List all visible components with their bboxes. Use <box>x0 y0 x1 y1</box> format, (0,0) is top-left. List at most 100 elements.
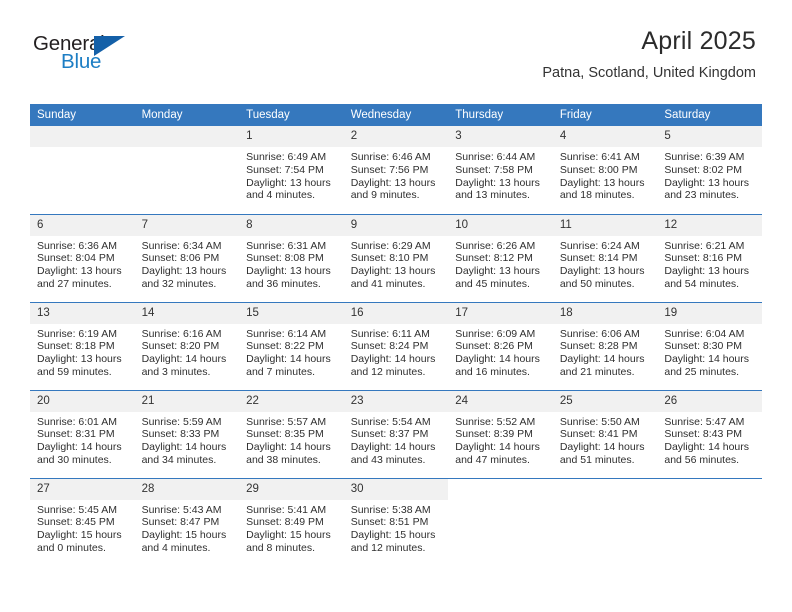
sunset-text: Sunset: 8:06 PM <box>141 252 220 265</box>
general-blue-logo[interactable]: General Blue <box>33 33 153 79</box>
sunrise-text: Sunrise: 5:45 AM <box>37 503 117 516</box>
daylight-text: Daylight: 14 hours and 3 minutes. <box>141 353 227 378</box>
calendar-day-cell[interactable]: 23 Sunrise: 5:54 AM Sunset: 8:37 PM Dayligh… <box>343 389 449 478</box>
page-title: April 2025 <box>641 27 756 55</box>
title-block: April 2025 Patna, Scotland, United Kingd… <box>542 26 756 82</box>
sunset-text: Sunset: 8:22 PM <box>246 340 324 353</box>
calendar-day-cell[interactable]: 30 Sunrise: 5:38 AM Sunset: 8:51 PM Dayligh… <box>343 477 449 566</box>
day-number: 6 <box>30 214 135 236</box>
day-sun-info: Sunrise: 6:21 AM Sunset: 8:16 PM Daylight:… <box>657 236 762 291</box>
calendar-day-cell[interactable]: 20 Sunrise: 6:01 AM Sunset: 8:31 PM Dayligh… <box>30 389 135 478</box>
day-sun-info: Sunrise: 6:26 AM Sunset: 8:12 PM Daylight:… <box>448 236 553 291</box>
weekday-header-friday: Friday <box>552 104 658 126</box>
daylight-text: Daylight: 13 hours and 41 minutes. <box>350 265 436 290</box>
calendar-day-cell[interactable]: 18 Sunrise: 6:06 AM Sunset: 8:28 PM Dayligh… <box>552 301 658 390</box>
sunset-text: Sunset: 8:33 PM <box>141 428 220 441</box>
calendar-day-cell[interactable]: 24 Sunrise: 5:52 AM Sunset: 8:39 PM Dayligh… <box>448 389 553 478</box>
calendar-week-row: 20 Sunrise: 6:01 AM Sunset: 8:31 PM Dayligh… <box>30 389 762 478</box>
calendar-day-cell[interactable]: 2 Sunrise: 6:46 AM Sunset: 7:56 PM Daylight… <box>343 126 449 214</box>
calendar-day-cell[interactable]: 6 Sunrise: 6:36 AM Sunset: 8:04 PM Daylight… <box>30 213 135 302</box>
day-number: 16 <box>343 302 449 324</box>
day-sun-info: Sunrise: 6:29 AM Sunset: 8:10 PM Daylight:… <box>344 236 449 291</box>
calendar-day-cell[interactable]: 13 Sunrise: 6:19 AM Sunset: 8:18 PM Dayligh… <box>30 301 135 390</box>
calendar-day-cell[interactable]: 10 Sunrise: 6:26 AM Sunset: 8:12 PM Dayligh… <box>448 213 553 302</box>
weekday-header-monday: Monday <box>134 104 240 126</box>
calendar-day-cell[interactable]: 4 Sunrise: 6:41 AM Sunset: 8:00 PM Daylight… <box>552 126 658 214</box>
sunrise-text: Sunrise: 6:06 AM <box>559 327 640 340</box>
calendar-day-cell[interactable]: 26 Sunrise: 5:47 AM Sunset: 8:43 PM Dayligh… <box>657 389 762 478</box>
sunrise-text: Sunrise: 6:29 AM <box>350 239 431 252</box>
sunset-text: Sunset: 8:37 PM <box>350 428 429 441</box>
calendar-day-cell-empty <box>657 477 762 566</box>
calendar-day-cell[interactable]: 19 Sunrise: 6:04 AM Sunset: 8:30 PM Dayligh… <box>657 301 762 390</box>
sunrise-text: Sunrise: 5:47 AM <box>664 415 745 428</box>
calendar-day-cell[interactable]: 5 Sunrise: 6:39 AM Sunset: 8:02 PM Daylight… <box>657 126 762 214</box>
sunset-text: Sunset: 8:02 PM <box>664 163 743 176</box>
calendar-day-cell[interactable]: 11 Sunrise: 6:24 AM Sunset: 8:14 PM Dayligh… <box>552 213 658 302</box>
day-sun-info: Sunrise: 5:41 AM Sunset: 8:49 PM Daylight:… <box>239 500 344 555</box>
day-number: 19 <box>657 302 762 324</box>
calendar-day-cell[interactable]: 17 Sunrise: 6:09 AM Sunset: 8:26 PM Dayligh… <box>448 301 553 390</box>
sunset-text: Sunset: 8:24 PM <box>350 340 429 353</box>
daylight-text: Daylight: 14 hours and 56 minutes. <box>664 441 750 466</box>
sunrise-text: Sunrise: 5:57 AM <box>246 415 327 428</box>
calendar-day-cell[interactable]: 21 Sunrise: 5:59 AM Sunset: 8:33 PM Dayligh… <box>134 389 240 478</box>
calendar-day-cell[interactable]: 12 Sunrise: 6:21 AM Sunset: 8:16 PM Dayligh… <box>657 213 762 302</box>
sunset-text: Sunset: 8:12 PM <box>455 252 533 265</box>
sunset-text: Sunset: 7:54 PM <box>246 163 324 176</box>
daylight-text: Daylight: 13 hours and 59 minutes. <box>37 353 122 378</box>
sunrise-text: Sunrise: 5:52 AM <box>455 415 536 428</box>
calendar-day-cell[interactable]: 1 Sunrise: 6:49 AM Sunset: 7:54 PM Daylight… <box>239 126 344 214</box>
day-number <box>552 478 658 500</box>
calendar-day-cell[interactable]: 25 Sunrise: 5:50 AM Sunset: 8:41 PM Dayligh… <box>552 389 658 478</box>
sunrise-text: Sunrise: 6:39 AM <box>664 151 745 163</box>
sunrise-text: Sunrise: 6:11 AM <box>350 327 430 340</box>
daylight-text: Daylight: 14 hours and 12 minutes. <box>350 353 436 378</box>
day-number: 5 <box>657 126 762 147</box>
sunset-text: Sunset: 8:47 PM <box>141 516 220 529</box>
sunset-text: Sunset: 8:49 PM <box>246 516 324 529</box>
calendar-day-cell[interactable]: 9 Sunrise: 6:29 AM Sunset: 8:10 PM Daylight… <box>343 213 449 302</box>
sunrise-text: Sunrise: 5:54 AM <box>350 415 431 428</box>
sunrise-text: Sunrise: 6:44 AM <box>455 151 536 163</box>
day-number: 8 <box>239 214 344 236</box>
day-sun-info: Sunrise: 6:04 AM Sunset: 8:30 PM Daylight:… <box>657 324 762 379</box>
calendar-day-cell[interactable]: 22 Sunrise: 5:57 AM Sunset: 8:35 PM Dayligh… <box>239 389 344 478</box>
sunset-text: Sunset: 8:14 PM <box>559 252 638 265</box>
calendar-day-cell[interactable]: 15 Sunrise: 6:14 AM Sunset: 8:22 PM Dayligh… <box>239 301 344 390</box>
calendar-day-cell[interactable]: 7 Sunrise: 6:34 AM Sunset: 8:06 PM Daylight… <box>134 213 240 302</box>
sunset-text: Sunset: 8:43 PM <box>664 428 743 441</box>
calendar-day-cell-empty <box>134 126 240 214</box>
sunset-text: Sunset: 8:00 PM <box>559 163 638 176</box>
calendar-day-cell[interactable]: 14 Sunrise: 6:16 AM Sunset: 8:20 PM Dayligh… <box>134 301 240 390</box>
day-number <box>30 126 135 147</box>
sunset-text: Sunset: 8:39 PM <box>455 428 533 441</box>
calendar-day-cell[interactable]: 8 Sunrise: 6:31 AM Sunset: 8:08 PM Daylight… <box>239 213 344 302</box>
sunrise-text: Sunrise: 6:01 AM <box>37 415 117 428</box>
calendar-day-cell[interactable]: 3 Sunrise: 6:44 AM Sunset: 7:58 PM Daylight… <box>448 126 553 214</box>
sunrise-text: Sunrise: 5:41 AM <box>246 503 327 516</box>
day-sun-info: Sunrise: 5:45 AM Sunset: 8:45 PM Daylight:… <box>30 500 135 555</box>
calendar-day-cell[interactable]: 28 Sunrise: 5:43 AM Sunset: 8:47 PM Dayligh… <box>134 477 240 566</box>
day-sun-info: Sunrise: 6:09 AM Sunset: 8:26 PM Daylight:… <box>448 324 553 379</box>
day-number: 2 <box>343 126 449 147</box>
calendar-day-cell[interactable]: 29 Sunrise: 5:41 AM Sunset: 8:49 PM Dayligh… <box>239 477 344 566</box>
calendar-day-cell[interactable]: 16 Sunrise: 6:11 AM Sunset: 8:24 PM Dayligh… <box>343 301 449 390</box>
sunset-text: Sunset: 8:35 PM <box>246 428 324 441</box>
sunrise-text: Sunrise: 6:26 AM <box>455 239 536 252</box>
daylight-text: Daylight: 14 hours and 34 minutes. <box>141 441 227 466</box>
day-number: 13 <box>30 302 135 324</box>
sunrise-text: Sunrise: 6:09 AM <box>455 327 536 340</box>
day-number: 26 <box>657 390 762 412</box>
calendar-day-cell[interactable]: 27 Sunrise: 5:45 AM Sunset: 8:45 PM Dayligh… <box>30 477 135 566</box>
day-number: 1 <box>239 126 344 147</box>
daylight-text: Daylight: 14 hours and 21 minutes. <box>559 353 645 378</box>
day-sun-info: Sunrise: 5:52 AM Sunset: 8:39 PM Daylight:… <box>448 412 553 467</box>
calendar-body: 1 Sunrise: 6:49 AM Sunset: 7:54 PM Daylight… <box>30 126 762 566</box>
day-sun-info: Sunrise: 6:01 AM Sunset: 8:31 PM Daylight:… <box>30 412 135 467</box>
calendar-day-cell-empty <box>448 477 553 566</box>
sunrise-text: Sunrise: 6:49 AM <box>246 151 327 163</box>
day-number <box>134 126 240 147</box>
sunrise-text: Sunrise: 6:31 AM <box>246 239 327 252</box>
calendar-week-row: 13 Sunrise: 6:19 AM Sunset: 8:18 PM Dayligh… <box>30 301 762 390</box>
